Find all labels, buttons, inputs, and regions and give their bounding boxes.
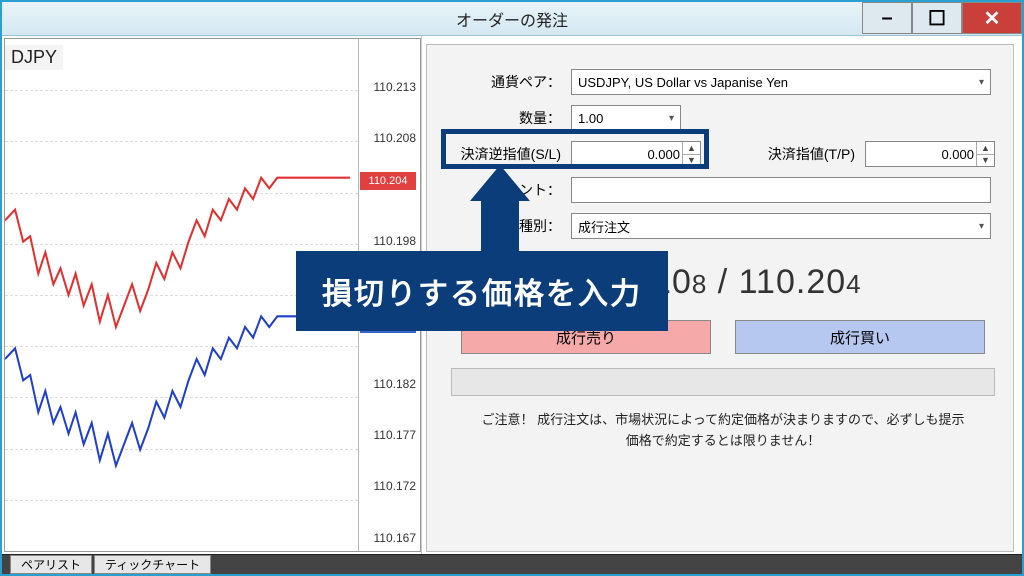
quote-sep: / bbox=[707, 263, 738, 301]
tp-value: 0.000 bbox=[941, 147, 974, 162]
tab-tickchart[interactable]: ティックチャート bbox=[94, 555, 211, 574]
chart-yaxis: 110.213 110.208 110.204 110.198 110.193 … bbox=[358, 39, 420, 551]
spin-down-icon[interactable]: ▼ bbox=[683, 155, 700, 167]
ylabel: 110.167 bbox=[374, 531, 417, 545]
sl-input[interactable]: 0.000 ▲ ▼ bbox=[571, 141, 701, 167]
window-controls: – ☐ ✕ bbox=[862, 2, 1022, 35]
minimize-button[interactable]: – bbox=[862, 2, 912, 34]
tick-chart-svg bbox=[5, 39, 358, 551]
chevron-down-icon: ▾ bbox=[979, 77, 984, 88]
bid-small: 8 bbox=[692, 269, 707, 299]
label-type: 注 種別： bbox=[451, 216, 571, 236]
row-pair: 通貨ペア： USDJPY, US Dollar vs Japanise Yen … bbox=[451, 69, 995, 95]
order-form-pane: 通貨ペア： USDJPY, US Dollar vs Japanise Yen … bbox=[426, 44, 1014, 552]
spin-down-icon[interactable]: ▼ bbox=[977, 155, 994, 167]
order-type-select[interactable]: 成行注文 ▾ bbox=[571, 213, 991, 239]
row-comment: メント： bbox=[451, 177, 995, 203]
bid-line bbox=[5, 316, 350, 465]
maximize-button[interactable]: ☐ bbox=[912, 2, 962, 34]
chart-body: DJPY 110.213 110.208 110 bbox=[4, 38, 421, 552]
titlebar: オーダーの発注 – ☐ ✕ bbox=[2, 2, 1022, 36]
ask-small: 4 bbox=[846, 269, 861, 299]
spin-up-icon[interactable]: ▲ bbox=[977, 142, 994, 155]
ask-big: 110.20 bbox=[739, 263, 846, 301]
type-value: 成行注文 bbox=[578, 217, 630, 236]
ylabel: 110.198 bbox=[374, 234, 417, 248]
ylabel: 110.182 bbox=[374, 377, 417, 391]
label-comment: メント： bbox=[451, 180, 571, 200]
label-sl: 決済逆指値(S/L) bbox=[451, 144, 571, 164]
row-sl-tp: 決済逆指値(S/L) 0.000 ▲ ▼ 決済指値(T/P) 0.000 ▲ ▼ bbox=[451, 141, 995, 167]
row-qty: 数量： 1.00 ▾ bbox=[451, 105, 995, 131]
tp-input[interactable]: 0.000 ▲ ▼ bbox=[865, 141, 995, 167]
bid-big: 110.10 bbox=[584, 263, 691, 301]
ask-line bbox=[5, 178, 350, 327]
sl-value: 0.000 bbox=[647, 147, 680, 162]
status-bar bbox=[451, 368, 995, 396]
label-qty: 数量： bbox=[451, 108, 571, 128]
chevron-down-icon: ▾ bbox=[979, 221, 984, 232]
ylabel: 110.172 bbox=[374, 479, 417, 493]
close-button[interactable]: ✕ bbox=[962, 2, 1022, 34]
pair-value: USDJPY, US Dollar vs Japanise Yen bbox=[578, 75, 788, 90]
tp-wrap: 決済指値(T/P) 0.000 ▲ ▼ bbox=[758, 141, 995, 167]
buy-button[interactable]: 成行買い bbox=[735, 320, 985, 354]
qty-select[interactable]: 1.00 ▾ bbox=[571, 105, 681, 131]
ask-price-badge: 110.204 bbox=[360, 172, 416, 190]
ylabel: 110.213 bbox=[374, 80, 417, 94]
note-line2: 価格で約定するとは限りません！ bbox=[459, 431, 987, 452]
quote-row: 110.108 / 110.204 bbox=[451, 263, 995, 302]
note-line1: ご注意！ 成行注文は、市場状況によって約定価格が決まりますので、必ずしも提示 bbox=[459, 410, 987, 431]
window-title: オーダーの発注 bbox=[456, 7, 568, 31]
sell-button[interactable]: 成行売り bbox=[461, 320, 711, 354]
tab-pairlist[interactable]: ペアリスト bbox=[10, 555, 92, 574]
main-area: DJPY 110.213 110.208 110 bbox=[2, 36, 1022, 554]
action-row: 成行売り 成行買い bbox=[451, 320, 995, 354]
spin-up-icon[interactable]: ▲ bbox=[683, 142, 700, 155]
ylabel: 110.177 bbox=[374, 428, 417, 442]
bottom-strip: ペアリスト ティックチャート bbox=[2, 554, 1022, 574]
comment-input[interactable] bbox=[571, 177, 991, 203]
row-type: 注 種別： 成行注文 ▾ bbox=[451, 213, 995, 239]
sl-spinner[interactable]: ▲ ▼ bbox=[682, 142, 700, 166]
tp-spinner[interactable]: ▲ ▼ bbox=[976, 142, 994, 166]
chart-pane: DJPY 110.213 110.208 110 bbox=[2, 36, 422, 554]
caution-note: ご注意！ 成行注文は、市場状況によって約定価格が決まりますので、必ずしも提示 価… bbox=[451, 410, 995, 452]
bid-price-badge: 110.188 bbox=[360, 315, 416, 333]
qty-value: 1.00 bbox=[578, 111, 603, 126]
chevron-down-icon: ▾ bbox=[669, 113, 674, 124]
label-pair: 通貨ペア： bbox=[451, 72, 571, 92]
pair-select[interactable]: USDJPY, US Dollar vs Japanise Yen ▾ bbox=[571, 69, 991, 95]
ylabel: 110.193 bbox=[374, 285, 417, 299]
label-tp: 決済指値(T/P) bbox=[758, 144, 865, 164]
ylabel: 110.208 bbox=[374, 131, 417, 145]
